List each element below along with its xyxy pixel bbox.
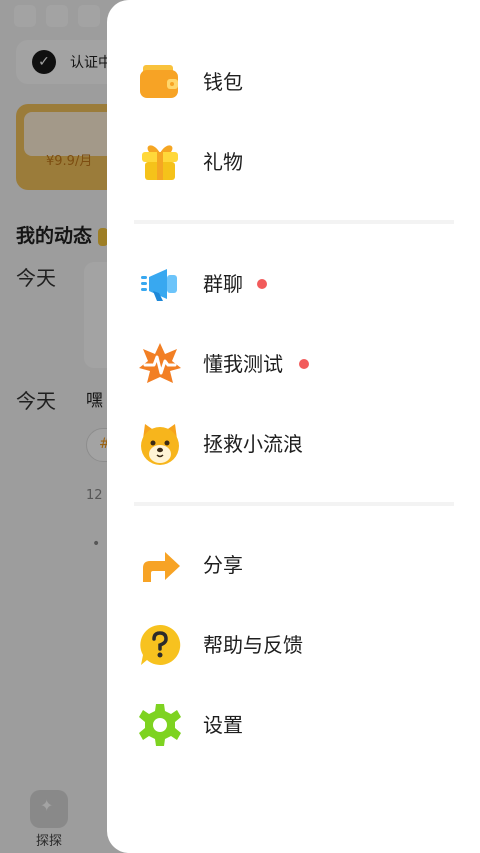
menu-item-label: 群聊 (203, 272, 243, 296)
dog-face-icon (141, 424, 179, 465)
menu-item-share[interactable]: 分享 (107, 533, 480, 597)
gear-icon (139, 704, 181, 746)
wallet-icon (140, 65, 178, 98)
menu-item-gift[interactable]: 礼物 (107, 130, 480, 194)
menu-item-label: 礼物 (203, 150, 243, 174)
menu-item-label: 设置 (203, 713, 243, 737)
menu-item-group-chat[interactable]: 群聊 (107, 252, 480, 316)
gift-icon (142, 145, 178, 180)
side-drawer: 钱包 礼物 群聊 懂我测试 拯救小流浪 分享 帮助与反馈 设置 (107, 0, 480, 853)
menu-item-label: 钱包 (203, 70, 243, 94)
new-badge-dot (257, 279, 267, 289)
menu-item-help-feedback[interactable]: 帮助与反馈 (107, 613, 480, 677)
megaphone-icon (141, 269, 177, 301)
menu-item-label: 懂我测试 (203, 352, 283, 376)
menu-item-rescue-strays[interactable]: 拯救小流浪 (107, 412, 480, 476)
menu-divider (134, 220, 454, 224)
menu-item-settings[interactable]: 设置 (107, 693, 480, 757)
menu-divider (134, 502, 454, 506)
menu-item-label: 帮助与反馈 (203, 633, 303, 657)
menu-item-know-me-test[interactable]: 懂我测试 (107, 332, 480, 396)
menu-item-label: 分享 (203, 553, 243, 577)
new-badge-dot (299, 359, 309, 369)
menu-item-wallet[interactable]: 钱包 (107, 50, 480, 114)
help-bubble-icon (140, 624, 181, 665)
share-arrow-icon (143, 552, 180, 582)
heartbeat-star-icon (139, 343, 181, 383)
menu-item-label: 拯救小流浪 (203, 432, 303, 456)
